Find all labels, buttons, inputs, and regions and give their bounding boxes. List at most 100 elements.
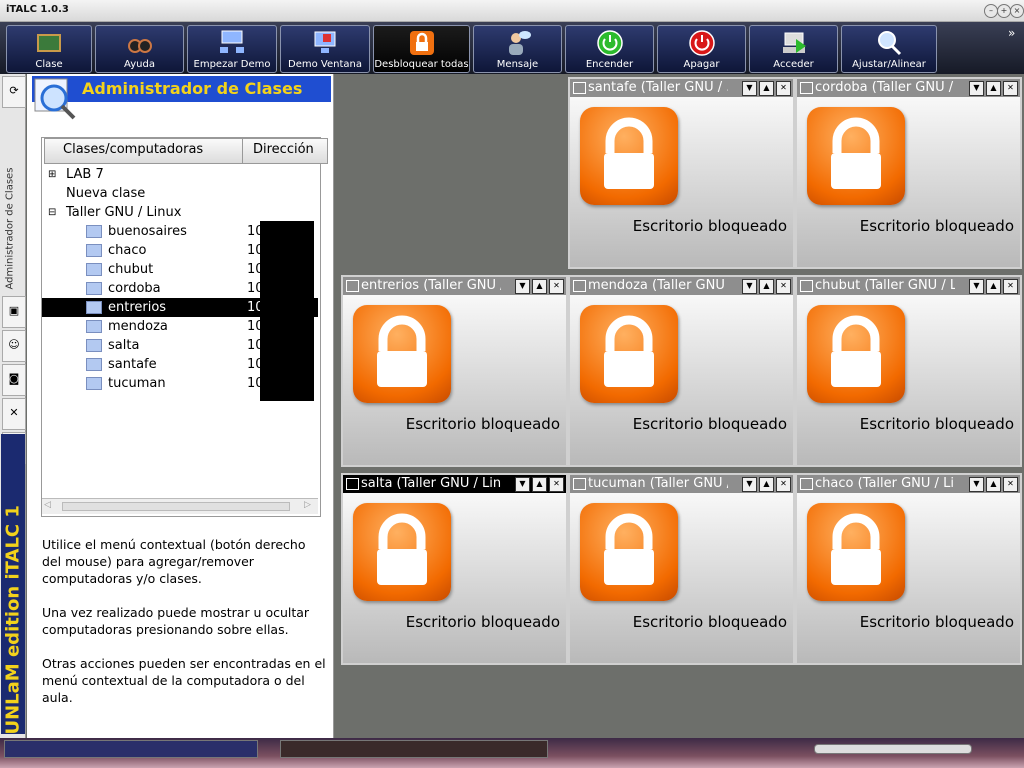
toolbar-button-demo-ventana[interactable]: Demo Ventana (280, 25, 370, 73)
minimize-button[interactable]: – (984, 4, 998, 18)
screen-window-titlebar[interactable]: chubut (Taller GNU / L... ▼ ▲ ✕ (797, 277, 1020, 295)
close-button[interactable]: ✕ (776, 477, 791, 492)
tools-icon: ✕ (9, 406, 19, 419)
screen-window-titlebar[interactable]: mendoza (Taller GNU ... ▼ ▲ ✕ (570, 277, 793, 295)
maximize-button[interactable]: ▲ (759, 477, 774, 492)
toolbar-button-clase[interactable]: Clase (6, 25, 92, 73)
screen-window-titlebar[interactable]: salta (Taller GNU / Lin... ▼ ▲ ✕ (343, 475, 566, 493)
dropdown-button[interactable]: ▼ (742, 279, 757, 294)
camera-icon: ◙ (8, 372, 20, 385)
tree-group-nueva-clase[interactable]: Nueva clase (42, 184, 318, 203)
computer-icon (346, 280, 359, 292)
toolbar-button-acceder[interactable]: Acceder (749, 25, 838, 73)
dropdown-button[interactable]: ▼ (742, 81, 757, 96)
maximize-button[interactable]: ▲ (532, 279, 547, 294)
class-manager-panel: Administrador de Clases Clases/computado… (27, 74, 334, 738)
left-sidebar-strip: ⟳ Administrador de Clases ▣ ☺ ◙ ✕ ▤ UNLa… (0, 74, 26, 738)
unlock-icon (409, 31, 434, 55)
dropdown-button[interactable]: ▼ (969, 81, 984, 96)
redacted-block (260, 221, 314, 401)
tree-group-lab7[interactable]: ⊞ LAB 7 (42, 165, 318, 184)
toolbar-button-ajustar-alinear[interactable]: Ajustar/Alinear (841, 25, 937, 73)
screen-window-titlebar[interactable]: santafe (Taller GNU / ... ▼ ▲ ✕ (570, 79, 793, 97)
lock-icon (353, 305, 451, 403)
taskbar-thumbnail[interactable] (4, 740, 258, 758)
maximize-button[interactable]: ▲ (986, 279, 1001, 294)
computer-icon (800, 478, 813, 490)
window-title: iTALC 1.0.3 (6, 4, 69, 15)
screen-status: Escritorio bloqueado (859, 415, 1014, 433)
screen-window[interactable]: tucuman (Taller GNU /... ▼ ▲ ✕ Escritorio b… (568, 473, 795, 665)
maximize-button[interactable]: ▲ (986, 477, 1001, 492)
dropdown-button[interactable]: ▼ (742, 477, 757, 492)
screen-window[interactable]: cordoba (Taller GNU / ... ▼ ▲ ✕ Escritorio … (795, 77, 1022, 269)
close-button[interactable]: ✕ (1003, 81, 1018, 96)
strip-button-config[interactable]: ✕ (2, 398, 26, 430)
toolbar-button-encender[interactable]: Encender (565, 25, 654, 73)
strip-button-users[interactable]: ☺ (2, 330, 26, 362)
screen-window[interactable]: entrerios (Taller GNU /...▼▲✕ Escritorio… (341, 275, 568, 467)
computer-icon (573, 478, 586, 490)
screen-window-active[interactable]: salta (Taller GNU / Lin... ▼ ▲ ✕ Escritorio… (341, 473, 568, 665)
screen-window-titlebar[interactable]: entrerios (Taller GNU /...▼▲✕ (343, 277, 566, 295)
close-button[interactable]: ✕ (1003, 477, 1018, 492)
screen-window-titlebar[interactable]: chaco (Taller GNU / Li... ▼ ▲ ✕ (797, 475, 1020, 493)
close-button[interactable]: ✕ (549, 279, 564, 294)
class-manager-icon: ▣ (8, 304, 20, 317)
vertical-tab-label[interactable]: Administrador de Clases (5, 90, 16, 290)
dropdown-button[interactable]: ▼ (969, 477, 984, 492)
lock-icon (807, 107, 905, 205)
computer-icon (86, 320, 102, 333)
maximize-button[interactable]: ▲ (986, 81, 1001, 96)
dropdown-button[interactable]: ▼ (969, 279, 984, 294)
screen-status: Escritorio bloqueado (405, 613, 560, 631)
scrollbar-thumb[interactable] (62, 502, 290, 511)
close-button[interactable]: ✕ (776, 279, 791, 294)
maximize-button[interactable]: + (997, 4, 1011, 18)
dropdown-button[interactable]: ▼ (515, 279, 530, 294)
users-icon: ☺ (8, 338, 20, 351)
login-icon (782, 32, 806, 53)
column-header-classes[interactable]: Clases/computadoras △ (44, 138, 261, 164)
maximize-button[interactable]: ▲ (759, 279, 774, 294)
screen-window-titlebar[interactable]: tucuman (Taller GNU /... ▼ ▲ ✕ (570, 475, 793, 493)
screen-window[interactable]: santafe (Taller GNU / ... ▼ ▲ ✕ Escritorio … (568, 77, 795, 269)
taskbar-thumbnail[interactable] (280, 740, 548, 758)
computer-icon (86, 282, 102, 295)
close-button[interactable]: × (1010, 4, 1024, 18)
screen-window[interactable]: chaco (Taller GNU / Li... ▼ ▲ ✕ Escritorio … (795, 473, 1022, 665)
toolbar-button-empezar-demo[interactable]: Empezar Demo (187, 25, 277, 73)
horizontal-scrollbar[interactable]: ◁ ▷ (42, 498, 318, 514)
screen-window-titlebar[interactable]: cordoba (Taller GNU / ... ▼ ▲ ✕ (797, 79, 1020, 97)
toolbar-button-desbloquear-todas[interactable]: Desbloquear todas (373, 25, 470, 73)
toolbar-overflow-button[interactable]: » (1008, 26, 1015, 40)
dropdown-button[interactable]: ▼ (515, 477, 530, 492)
collapse-icon: ⊟ (48, 207, 57, 218)
computer-icon (86, 263, 102, 276)
expand-icon: ⊞ (48, 169, 57, 180)
lock-icon (580, 503, 678, 601)
scroll-right-icon[interactable]: ▷ (304, 500, 311, 510)
computer-icon (573, 82, 586, 94)
scroll-left-icon[interactable]: ◁ (44, 500, 51, 510)
lock-icon (580, 107, 678, 205)
column-header-address[interactable]: Dirección (242, 138, 328, 164)
class-tree[interactable]: Clases/computadoras △ Dirección ⊞ LAB 7 … (41, 137, 328, 517)
lock-icon (807, 503, 905, 601)
strip-button-snapshots[interactable]: ◙ (2, 364, 26, 396)
tree-group-taller[interactable]: ⊟ Taller GNU / Linux (42, 203, 318, 222)
close-button[interactable]: ✕ (776, 81, 791, 96)
maximize-button[interactable]: ▲ (532, 477, 547, 492)
strip-button-class-manager[interactable]: ▣ (2, 296, 26, 328)
screen-status: Escritorio bloqueado (632, 613, 787, 631)
screen-window[interactable]: chubut (Taller GNU / L... ▼ ▲ ✕ Escritorio … (795, 275, 1022, 467)
close-button[interactable]: ✕ (549, 477, 564, 492)
taskbar-slider[interactable] (814, 744, 972, 754)
maximize-button[interactable]: ▲ (759, 81, 774, 96)
toolbar-button-ayuda[interactable]: Ayuda (95, 25, 184, 73)
toolbar-button-apagar[interactable]: Apagar (657, 25, 746, 73)
toolbar-button-mensaje[interactable]: Mensaje (473, 25, 562, 73)
panel-title: Administrador de Clases (82, 79, 303, 98)
close-button[interactable]: ✕ (1003, 279, 1018, 294)
screen-window[interactable]: mendoza (Taller GNU ... ▼ ▲ ✕ Escritorio bl… (568, 275, 795, 467)
